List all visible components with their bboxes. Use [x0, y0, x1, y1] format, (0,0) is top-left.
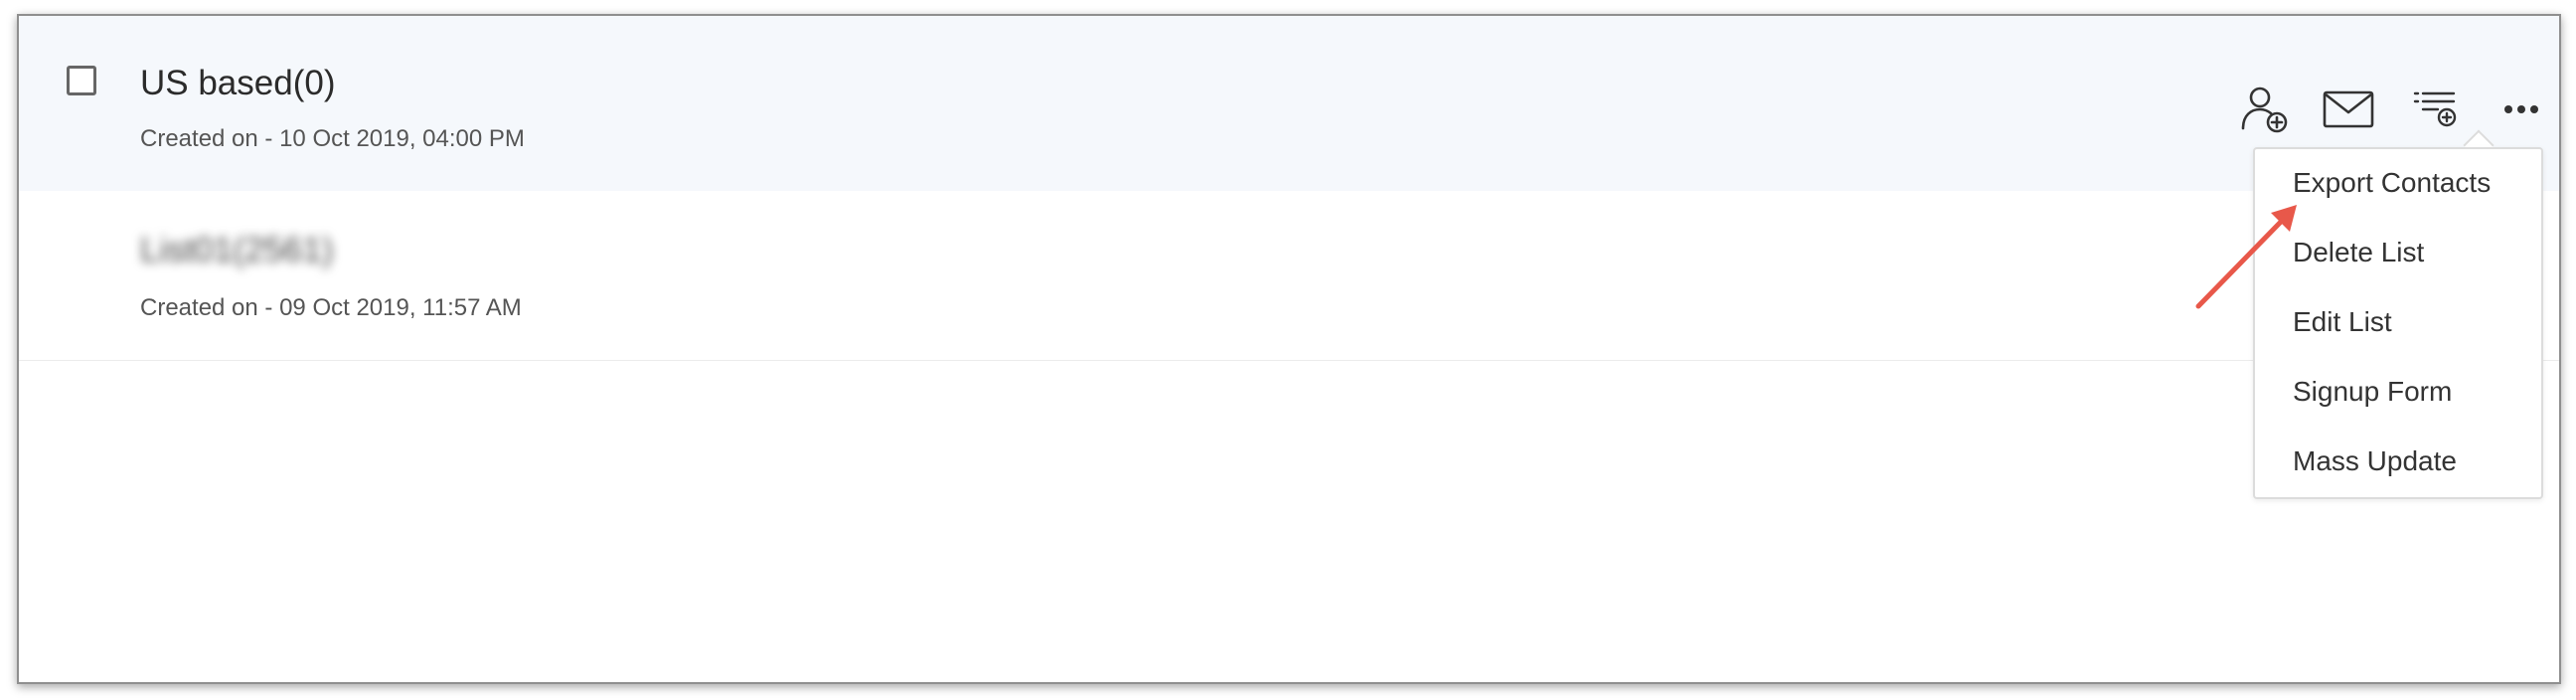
- list-panel: US based(0) Created on - 10 Oct 2019, 04…: [17, 14, 2561, 684]
- menu-item-edit-list[interactable]: Edit List: [2293, 306, 2392, 338]
- created-date: Created on - 09 Oct 2019, 11:57 AM: [140, 294, 522, 321]
- list-row-us-based[interactable]: US based(0) Created on - 10 Oct 2019, 04…: [19, 16, 2559, 191]
- add-contact-icon[interactable]: [2237, 82, 2293, 137]
- more-actions-menu: Export Contacts Delete List Edit List Si…: [2253, 147, 2543, 499]
- menu-item-delete-list[interactable]: Delete List: [2293, 237, 2424, 268]
- menu-item-mass-update[interactable]: Mass Update: [2293, 445, 2457, 477]
- created-date: Created on - 10 Oct 2019, 04:00 PM: [140, 125, 525, 152]
- list-row-list01[interactable]: List01(2561) Created on - 09 Oct 2019, 1…: [19, 191, 2559, 361]
- row-checkbox[interactable]: [67, 66, 96, 95]
- list-name[interactable]: US based(0): [140, 64, 335, 103]
- add-to-list-icon[interactable]: [2408, 82, 2464, 137]
- menu-item-signup-form[interactable]: Signup Form: [2293, 376, 2452, 408]
- more-icon[interactable]: [2494, 82, 2549, 137]
- menu-item-export-contacts[interactable]: Export Contacts: [2293, 167, 2491, 199]
- email-icon[interactable]: [2321, 82, 2376, 137]
- list-name[interactable]: List01(2561): [140, 231, 334, 270]
